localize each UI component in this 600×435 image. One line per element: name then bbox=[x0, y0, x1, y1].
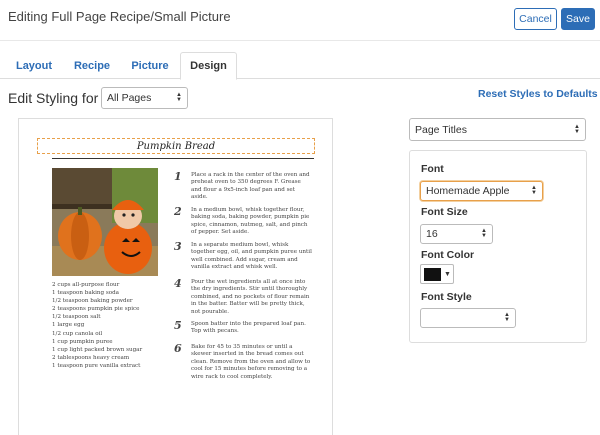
step-text: Spoon batter into the prepared loaf pan.… bbox=[191, 321, 306, 335]
step-number: 6 bbox=[174, 342, 182, 355]
select-arrows-icon: ▲ ▼ bbox=[176, 92, 182, 103]
step-number: 3 bbox=[174, 240, 182, 253]
list-item: 1 teaspoon baking soda bbox=[52, 290, 120, 297]
select-arrows-icon: ▲ ▼ bbox=[481, 228, 487, 239]
select-arrows-icon: ▲ ▼ bbox=[504, 312, 510, 323]
tab-design[interactable]: Design bbox=[180, 52, 237, 80]
font-select-value: Homemade Apple bbox=[426, 185, 510, 197]
font-size-value: 16 bbox=[426, 228, 438, 240]
step-number: 5 bbox=[174, 319, 182, 332]
recipe-title[interactable]: Pumpkin Bread bbox=[37, 138, 315, 154]
font-color-picker[interactable]: ▼ bbox=[420, 264, 454, 284]
step-number: 2 bbox=[174, 205, 182, 218]
tab-picture[interactable]: Picture bbox=[122, 52, 178, 79]
cancel-button[interactable]: Cancel bbox=[514, 8, 557, 30]
font-size-label: Font Size bbox=[421, 206, 468, 218]
step-text: Pour the wet ingredients all at once int… bbox=[191, 279, 310, 315]
list-item: 2 tablespoons heavy cream bbox=[52, 354, 130, 361]
font-label: Font bbox=[421, 163, 444, 175]
title-rule bbox=[52, 158, 314, 159]
caret-down-icon: ▼ bbox=[444, 270, 451, 278]
tab-recipe[interactable]: Recipe bbox=[64, 52, 120, 79]
list-item: 1 teaspoon pure vanilla extract bbox=[52, 362, 141, 369]
header-divider bbox=[0, 40, 600, 41]
element-select-value: Page Titles bbox=[415, 123, 467, 136]
tab-bar: Layout Recipe Picture Design bbox=[0, 52, 600, 80]
step-text: In a medium bowl, whisk together flour, … bbox=[191, 207, 310, 236]
select-arrows-icon: ▲ ▼ bbox=[531, 185, 537, 196]
page-preview: Pumpkin Bread 2 cups all-purpose flour 1… bbox=[18, 118, 333, 435]
tab-layout[interactable]: Layout bbox=[8, 52, 60, 79]
font-select[interactable]: Homemade Apple ▲ ▼ bbox=[420, 181, 543, 201]
select-arrows-icon: ▲ ▼ bbox=[574, 123, 580, 135]
font-size-select[interactable]: 16 ▲ ▼ bbox=[420, 224, 493, 244]
color-swatch bbox=[424, 267, 441, 281]
list-item: 1 large egg bbox=[52, 322, 85, 329]
page-scope-select[interactable]: All Pages ▲ ▼ bbox=[101, 87, 188, 109]
recipe-photo[interactable] bbox=[52, 168, 158, 276]
list-item: 1 cup light packed brown sugar bbox=[52, 346, 143, 353]
list-item: 1/2 teaspoon baking powder bbox=[52, 298, 133, 305]
save-button[interactable]: Save bbox=[561, 8, 595, 30]
font-style-select[interactable]: ▲ ▼ bbox=[420, 308, 516, 328]
step-number: 1 bbox=[174, 170, 182, 183]
list-item: 1/2 teaspoon salt bbox=[52, 314, 101, 321]
element-select[interactable]: Page Titles ▲ ▼ bbox=[409, 118, 586, 141]
page-scope-value: All Pages bbox=[107, 92, 152, 104]
step-text: Place a rack in the center of the oven a… bbox=[191, 172, 310, 201]
list-item: 2 cups all-purpose flour bbox=[52, 282, 120, 288]
list-item: 1 cup pumpkin puree bbox=[52, 338, 113, 345]
list-item: 1/2 cup canola oil bbox=[52, 330, 103, 337]
font-style-label: Font Style bbox=[421, 291, 472, 303]
step-text: Bake for 45 to 35 minutes or until a ske… bbox=[191, 344, 311, 380]
ingredient-list: 2 cups all-purpose flour 1 teaspoon baki… bbox=[52, 281, 177, 370]
reset-styles-link[interactable]: Reset Styles to Defaults bbox=[478, 88, 598, 100]
font-color-label: Font Color bbox=[421, 249, 475, 261]
step-text: In a separate medium bowl, whisk togethe… bbox=[191, 242, 312, 271]
step-number: 4 bbox=[174, 277, 182, 290]
header-title: Editing Full Page Recipe/Small Picture bbox=[8, 9, 231, 24]
edit-styling-label: Edit Styling for bbox=[8, 90, 99, 106]
list-item: 2 teaspoons pumpkin pie spice bbox=[52, 306, 140, 313]
